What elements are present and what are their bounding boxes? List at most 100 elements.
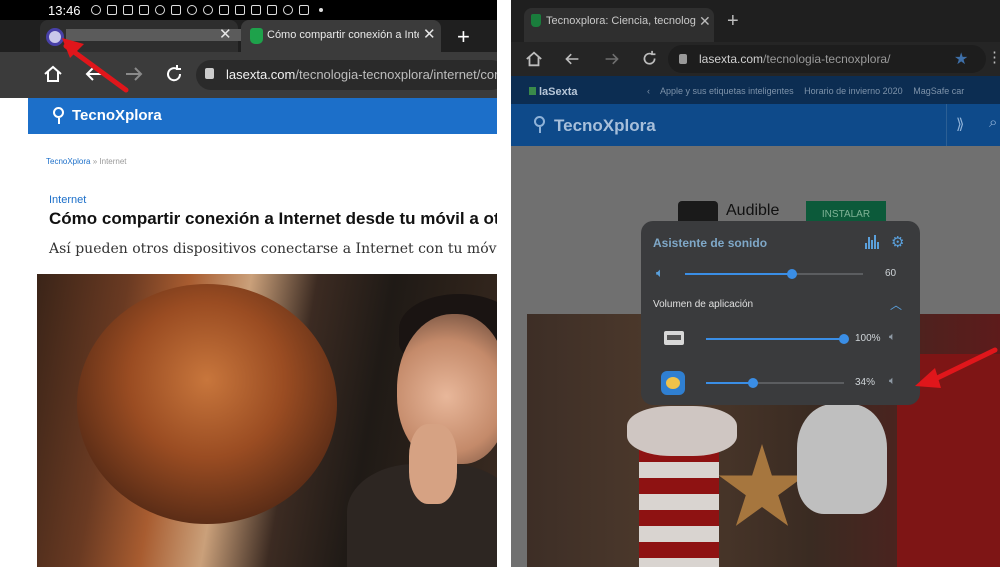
browser-toolbar: lasexta.com/tecnologia-tecnoxplora/inter… [0, 52, 497, 98]
settings-status-icon [154, 5, 165, 15]
top-link[interactable]: Horario de invierno 2020 [804, 86, 903, 96]
left-phone-screen: 13:46 ✕ Cómo compartir conexión a Inte ✕… [0, 0, 497, 567]
app-volume-value-2: 34% [855, 377, 876, 388]
forward-arrow-icon[interactable] [604, 51, 620, 67]
photo-glove [797, 404, 887, 514]
url-text[interactable]: lasexta.com/tecnologia-tecnoxplora/ [699, 52, 890, 66]
sound-assistant-icon[interactable] [46, 28, 64, 46]
url-path: /tecnologia-tecnoxplora/internet/com [295, 67, 497, 82]
browser-toolbar: lasexta.com/tecnologia-tecnoxplora/ ★ ⋮ [511, 42, 1000, 76]
bookmark-star-icon[interactable]: ★ [954, 49, 968, 69]
volume-status-icon [90, 5, 101, 15]
more-notifications-dot [318, 8, 323, 12]
article-photo [37, 274, 497, 567]
chevron-up-icon[interactable]: ︿ [890, 296, 902, 313]
app-volume-value-1: 100% [855, 333, 881, 344]
top-links: ‹ Apple y sus etiquetas inteligentes Hor… [647, 86, 972, 96]
back-arrow-icon[interactable] [84, 65, 104, 83]
home-icon[interactable] [43, 64, 63, 84]
photo-hand [409, 424, 457, 504]
tab-sound-extension[interactable]: ✕ [40, 20, 244, 52]
equalizer-icon[interactable] [865, 235, 879, 249]
breadcrumb-home[interactable]: TecnoXplora [46, 157, 90, 166]
site-favicon [250, 28, 263, 44]
search-icon[interactable]: ⌕ [989, 114, 997, 131]
reload-icon[interactable] [164, 64, 184, 84]
more-menu-icon[interactable]: ⋮ [987, 48, 1000, 66]
app-volume-label: Volumen de aplicación [653, 299, 754, 310]
address-bar[interactable]: lasexta.com/tecnologia-tecnoxplora/ [668, 45, 986, 73]
popup-title: Asistente de sonido [653, 236, 768, 250]
status-bar: 13:46 [0, 0, 497, 20]
tab-article[interactable]: Cómo compartir conexión a Inte ✕ [241, 20, 441, 52]
url-path: /tecnologia-tecnoxplora/ [763, 52, 891, 66]
whatsapp-status-icon [282, 5, 293, 15]
section-label[interactable]: Internet [49, 194, 86, 206]
master-speaker-icon[interactable]: 🔈︎ [656, 265, 664, 281]
tab-title: Cómo compartir conexión a Inte [267, 29, 419, 41]
app-volume-slider-2[interactable] [706, 378, 844, 388]
gallery-status-icon [298, 5, 309, 15]
panel-divider [497, 0, 511, 567]
slider-knob[interactable] [747, 378, 758, 388]
close-tab-icon[interactable]: ✕ [699, 13, 711, 30]
notification-icon [202, 5, 213, 15]
notification-icon [170, 5, 181, 15]
lasexta-logo[interactable]: laSexta [529, 86, 578, 98]
gear-icon[interactable]: ⚙ [891, 233, 904, 251]
url-domain: lasexta.com [699, 52, 764, 66]
notification-icon [266, 5, 277, 15]
close-tab-icon[interactable]: ✕ [423, 27, 436, 43]
article-headline: Cómo compartir conexión a Internet desde… [49, 209, 497, 228]
slider-knob[interactable] [839, 334, 849, 344]
tecnoxplora-logo-icon [534, 116, 545, 133]
chevron-left-icon[interactable]: ‹ [647, 86, 650, 96]
app-volume-slider-1[interactable] [706, 334, 849, 344]
youtube-status-icon [234, 5, 245, 15]
reload-icon[interactable] [641, 50, 658, 67]
address-bar[interactable]: lasexta.com/tecnologia-tecnoxplora/inter… [196, 60, 497, 90]
tab-title-redacted [66, 29, 244, 41]
tab-strip: ✕ Cómo compartir conexión a Inte ✕ + [0, 20, 497, 52]
top-link[interactable]: MagSafe car [913, 86, 964, 96]
slider-fill [706, 338, 844, 340]
notification-icon [122, 5, 133, 15]
site-favicon [531, 14, 541, 27]
site-logo[interactable]: TecnoXplora [554, 116, 656, 136]
back-arrow-icon[interactable] [564, 51, 580, 67]
notification-icon [186, 5, 197, 15]
notification-icon [138, 5, 149, 15]
right-browser-screen: Tecnoxplora: Ciencia, tecnología ✕ + las… [511, 0, 1000, 567]
forward-arrow-icon[interactable] [124, 65, 144, 83]
slider-fill [706, 382, 753, 384]
slider-fill [685, 273, 792, 275]
status-time: 13:46 [48, 2, 81, 18]
app-speaker-icon[interactable]: 🔈︎ [889, 331, 896, 344]
new-tab-button[interactable]: + [727, 10, 739, 33]
article-subtitle: Así pueden otros dispositivos conectarse… [49, 241, 497, 257]
close-tab-icon[interactable]: ✕ [219, 27, 232, 43]
new-tab-button[interactable]: + [457, 24, 470, 50]
app-speaker-icon[interactable]: 🔈︎ [889, 375, 896, 388]
share-icon[interactable]: ⟫ [956, 115, 964, 133]
master-volume-value: 60 [885, 268, 897, 279]
notification-icon [218, 5, 229, 15]
network-bar: laSexta ‹ Apple y sus etiquetas intelige… [511, 76, 1000, 104]
screenshot-root: 13:46 ✕ Cómo compartir conexión a Inte ✕… [0, 0, 1000, 567]
home-icon[interactable] [525, 50, 543, 68]
ad-title: Audible [726, 202, 780, 219]
tab-tecnoxplora[interactable]: Tecnoxplora: Ciencia, tecnología ✕ [524, 8, 714, 42]
site-header: TecnoXplora ⟫ ⌕ [511, 104, 1000, 146]
tab-strip: Tecnoxplora: Ciencia, tecnología ✕ + [511, 0, 1000, 42]
master-volume-slider[interactable] [685, 269, 863, 279]
photo-star-cookie [718, 444, 806, 526]
url-text[interactable]: lasexta.com/tecnologia-tecnoxplora/inter… [226, 67, 497, 82]
sound-assistant-popup: Asistente de sonido ⚙ 🔈︎ 60 Volumen de a… [641, 221, 920, 405]
slider-knob[interactable] [786, 269, 797, 279]
site-header: TecnoXplora [28, 98, 497, 134]
top-link[interactable]: Apple y sus etiquetas inteligentes [660, 86, 794, 96]
app-icon-video-player [664, 331, 684, 345]
breadcrumb-section[interactable]: » Internet [93, 157, 127, 166]
site-logo[interactable]: TecnoXplora [72, 107, 162, 124]
url-domain: lasexta.com [226, 67, 296, 82]
